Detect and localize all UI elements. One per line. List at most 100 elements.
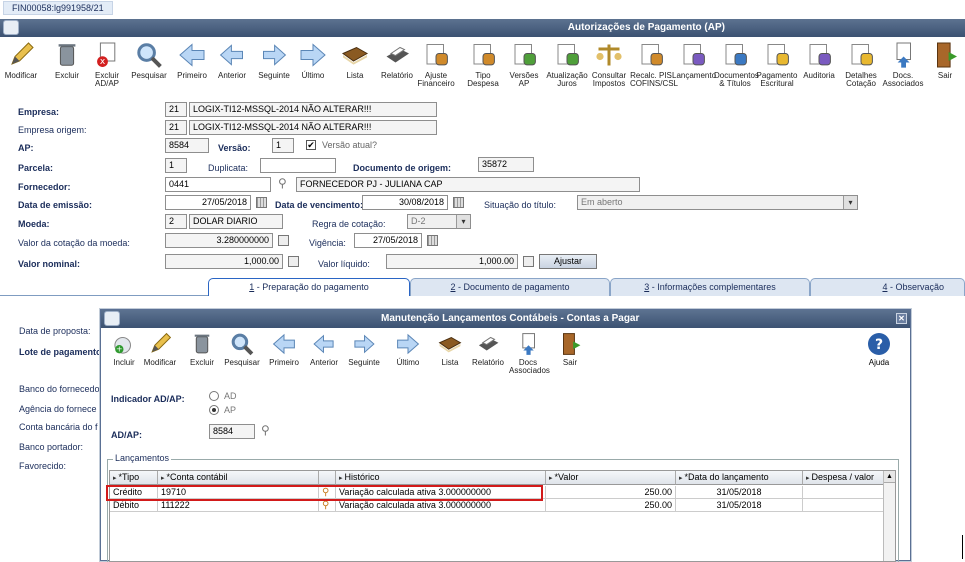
toolbar-button-lan-amento[interactable]: Lançamento xyxy=(672,40,716,92)
situacao-value: Em aberto xyxy=(581,197,623,207)
toolbar-button-recalc-pis[interactable]: Recalc. PIS COFINS/CSL xyxy=(630,40,678,92)
toolbar-button-sair[interactable]: Sair xyxy=(924,40,965,92)
ap-header-form: Empresa: 21 LOGIX-TI12-MSSQL-2014 NÃO AL… xyxy=(0,95,965,295)
toolbar-button-excluir[interactable]: Excluir xyxy=(46,40,88,92)
toolbar-button-detalhes[interactable]: Detalhes Cotação xyxy=(840,40,882,92)
versao-field[interactable]: 1 xyxy=(272,138,294,153)
toolbar-button-primeiro[interactable]: Primeiro xyxy=(171,40,213,92)
cell-data[interactable]: 31/05/2018 xyxy=(676,486,803,499)
toolbar-label-2: Despesa xyxy=(467,79,499,88)
empresa-origem-code-field[interactable]: 21 xyxy=(165,120,187,135)
toolbar-button-tipo[interactable]: Tipo Despesa xyxy=(462,40,504,92)
dialog-toolbar-button-sair[interactable]: Sair xyxy=(551,331,589,377)
fornecedor-code-field[interactable]: 0441 xyxy=(165,177,271,192)
next-arrow-icon xyxy=(354,334,375,354)
toolbar-button-relat-rio[interactable]: Relatório xyxy=(376,40,418,92)
help-button[interactable]: ? Ajuda xyxy=(864,332,894,367)
valor-cotacao-field[interactable]: 3.280000000 xyxy=(165,233,273,248)
dialog-toolbar-button-primeiro[interactable]: Primeiro xyxy=(265,331,303,377)
toolbar-button-ajuste[interactable]: Ajuste Financeiro xyxy=(415,40,457,92)
moeda-code-field[interactable]: 2 xyxy=(165,214,187,229)
toolbar-button-pesquisar[interactable]: Pesquisar xyxy=(128,40,170,92)
cell-valor[interactable]: 250.00 xyxy=(546,499,676,512)
toolbar-button-atualiza-o[interactable]: Atualização Juros xyxy=(546,40,588,92)
vencimento-field[interactable]: 30/08/2018 xyxy=(362,195,448,210)
vencimento-calendar-icon[interactable] xyxy=(453,197,464,208)
empresa-code-field[interactable]: 21 xyxy=(165,102,187,117)
cell-despesa[interactable] xyxy=(803,486,885,499)
docs-associated-icon xyxy=(896,42,911,68)
vigencia-calendar-icon[interactable] xyxy=(427,235,438,246)
program-tab[interactable]: FIN00058:lg991958/21 xyxy=(3,1,113,15)
toolbar-button-documentos[interactable]: Documentos & Títulos xyxy=(714,40,759,92)
calculator-icon[interactable] xyxy=(278,235,289,246)
radio-ap[interactable] xyxy=(209,405,219,415)
tab-informacoes-complementares[interactable]: 3 - Informações complementares xyxy=(610,278,810,296)
toolbar-label-2: Associados xyxy=(882,79,924,88)
toolbar-button-seguinte[interactable]: Seguinte xyxy=(253,40,295,92)
parcela-field[interactable]: 1 xyxy=(165,158,187,173)
adap-search-icon[interactable]: ⚲ xyxy=(261,423,270,437)
versao-atual-checkbox[interactable]: ✔ xyxy=(306,140,316,150)
dialog-toolbar-button-excluir[interactable]: Excluir xyxy=(183,331,221,377)
toolbar-button-pagamento[interactable]: Pagamento Escritural xyxy=(756,40,798,92)
adap-field[interactable]: 8584 xyxy=(209,424,255,439)
tab-preparacao-pagamento[interactable]: 1 - Preparação do pagamento xyxy=(208,278,410,296)
close-icon[interactable]: ✕ xyxy=(896,313,907,324)
toolbar-button-anterior[interactable]: Anterior xyxy=(211,40,253,92)
toolbar-label: Modificar xyxy=(143,358,177,367)
calculator-icon[interactable] xyxy=(523,256,534,267)
emissao-field[interactable]: 27/05/2018 xyxy=(165,195,251,210)
doc-origem-field[interactable]: 35872 xyxy=(478,157,534,172)
cell-valor[interactable]: 250.00 xyxy=(546,486,676,499)
tab-observacao[interactable]: 4 - Observação xyxy=(810,278,965,296)
toolbar-button-lista[interactable]: Lista xyxy=(334,40,376,92)
cell-data[interactable]: 31/05/2018 xyxy=(676,499,803,512)
column-header-data[interactable]: ▸ *Data do lançamento xyxy=(676,471,803,485)
ajustar-button[interactable]: Ajustar xyxy=(539,254,597,269)
dialog-toolbar-button-docs[interactable]: Docs Associados xyxy=(509,331,550,377)
calculator-icon[interactable] xyxy=(288,256,299,267)
vigencia-field[interactable]: 27/05/2018 xyxy=(354,233,422,248)
emissao-calendar-icon[interactable] xyxy=(256,197,267,208)
scroll-up-icon[interactable]: ▲ xyxy=(884,471,895,483)
toolbar-button-auditoria[interactable]: Auditoria xyxy=(798,40,840,92)
dialog-toolbar-button-anterior[interactable]: Anterior xyxy=(305,331,343,377)
pencil-icon xyxy=(11,42,34,65)
dialog-toolbar-button-seguinte[interactable]: Seguinte xyxy=(345,331,383,377)
lancamentos-legend: Lançamentos xyxy=(113,453,172,463)
toolbar-button-vers-es[interactable]: Versões AP xyxy=(503,40,545,92)
toolbar-button-consultar[interactable]: Consultar Impostos xyxy=(588,40,630,92)
dialog-toolbar-button-pesquisar[interactable]: Pesquisar xyxy=(223,331,261,377)
toolbar-label: Primeiro xyxy=(269,358,299,367)
tab-documento-pagamento[interactable]: 2 - Documento de pagamento xyxy=(410,278,610,296)
chevron-down-icon[interactable]: ▾ xyxy=(456,215,470,228)
column-header-valor[interactable]: ▸ *Valor xyxy=(546,471,676,485)
dialog-toolbar-button-incluir[interactable]: + Incluir xyxy=(105,331,143,377)
toolbar-label: Seguinte xyxy=(258,71,290,80)
column-header-tipo[interactable]: ▸ *Tipo xyxy=(110,471,158,485)
dialog-toolbar-button-lista[interactable]: Lista xyxy=(431,331,469,377)
grid-scrollbar[interactable]: ▲ xyxy=(883,471,895,561)
situacao-dropdown[interactable]: Em aberto ▾ xyxy=(577,195,858,210)
column-header-conta[interactable]: ▸ *Conta contábil xyxy=(158,471,319,485)
radio-ad[interactable] xyxy=(209,391,219,401)
toolbar-button-modificar[interactable]: Modificar xyxy=(0,40,42,92)
ap-field[interactable]: 8584 xyxy=(165,138,209,153)
dialog-toolbar-button--ltimo[interactable]: Último xyxy=(389,331,427,377)
fornecedor-search-icon[interactable]: ⚲ xyxy=(278,176,287,190)
toolbar-button-docs-[interactable]: Docs. Associados xyxy=(882,40,924,92)
toolbar-button--ltimo[interactable]: Último xyxy=(292,40,334,92)
chevron-down-icon[interactable]: ▾ xyxy=(843,196,857,209)
duplicata-field[interactable] xyxy=(260,158,336,173)
dialog-toolbar-button-modificar[interactable]: Modificar xyxy=(141,331,179,377)
valor-liquido-field[interactable]: 1,000.00 xyxy=(386,254,518,269)
toolbar-button-excluir[interactable]: x Excluir AD/AP xyxy=(86,40,128,92)
dialog-toolbar-button-relat-rio[interactable]: Relatório xyxy=(469,331,507,377)
cell-despesa[interactable] xyxy=(803,499,885,512)
regra-cotacao-dropdown[interactable]: D-2 ▾ xyxy=(407,214,471,229)
column-header-despesa[interactable]: ▸ Despesa / valor xyxy=(803,471,885,485)
column-header-historico[interactable]: ▸ Histórico xyxy=(336,471,546,485)
valor-nominal-field[interactable]: 1,000.00 xyxy=(165,254,283,269)
prev-arrow-icon xyxy=(313,334,334,354)
